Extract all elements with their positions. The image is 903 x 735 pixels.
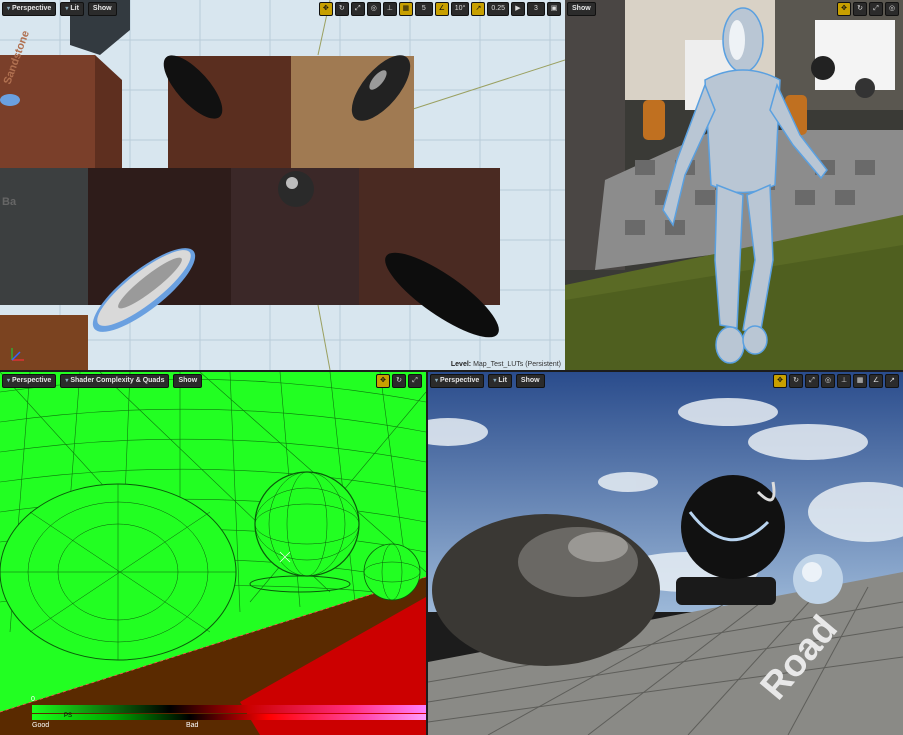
level-label: Level: [450,361,472,368]
perspective-dropdown[interactable]: ▾ Perspective [430,374,485,388]
show-label: Show [92,5,112,12]
viewport-top-left[interactable]: Sandstone Ba ▾ Perspective ▾ Lit Show ✥ ↻ … [0,0,565,370]
view-mode-label: Lit [498,377,507,384]
perspective-dropdown[interactable]: ▾ Perspective [2,2,57,16]
view-mode-dropdown[interactable]: ▾ Shader Complexity & Quads [60,374,170,388]
complexity-gradient-bar [32,705,426,713]
move-tool-icon[interactable]: ✥ [837,2,851,16]
chevron-down-icon: ▾ [493,378,497,384]
scene-material-boards: Sandstone Ba [0,0,565,370]
viewport-bottom-right[interactable]: Road ▾ Perspective ▾ Lit Show ✥ ↻ ⤢ ◎ ⊥ ▦ … [428,372,903,735]
bottom-left-toolbar: ▾ Perspective ▾ Shader Complexity & Quads … [2,374,203,388]
scale-snap-icon[interactable]: ↗ [885,374,899,388]
legend-bad: Bad [186,722,199,729]
transform-toolbar: ✥ ↻ ⤢ ◎ ⊥ ▦ ∠ ↗ [773,374,899,388]
rotate-tool-icon[interactable]: ↻ [392,374,406,388]
view-mode-label: Lit [70,5,79,12]
camera-speed-value[interactable]: 3 [527,2,545,16]
view-mode-dropdown[interactable]: ▾ Lit [488,374,512,388]
transform-toolbar: ✥ ↻ ⤢ ◎ ⊥ ▦ 5 ∠ 10° ↗ 0.25 ▶ 3 ▣ [318,2,561,16]
chevron-down-icon: ▾ [7,378,11,384]
axis-gizmo-icon [11,348,24,361]
view-mode-label: Shader Complexity & Quads [70,377,165,384]
show-label: Show [520,377,540,384]
chevron-down-icon: ▾ [435,378,439,384]
maximize-viewport-icon[interactable]: ▣ [547,2,561,16]
chevron-down-icon: ▾ [7,6,11,12]
grid-snap-icon[interactable]: ▦ [398,2,413,16]
scale-tool-icon[interactable]: ⤢ [805,374,819,388]
transform-toolbar: ✥ ↻ ⤢ [376,374,422,388]
show-dropdown[interactable]: Show [173,374,203,388]
axis-gizmo [4,342,30,368]
rotation-snap-value[interactable]: 10° [450,2,470,16]
show-dropdown[interactable]: Show [567,2,596,16]
scene-shader-complexity [0,372,426,735]
view-mode-dropdown[interactable]: ▾ Lit [60,2,84,16]
legend-good: Good [32,722,50,729]
chevron-down-icon: ▾ [65,378,69,384]
rotate-tool-icon[interactable]: ↻ [853,2,867,16]
scale-snap-icon[interactable]: ↗ [471,2,486,16]
move-tool-icon[interactable]: ✥ [773,374,787,388]
scale-tool-icon[interactable]: ⤢ [408,374,422,388]
perspective-label: Perspective [12,5,52,12]
perspective-label: Perspective [440,377,480,384]
legend-zero: 0 [31,696,35,703]
bottom-right-toolbar: ▾ Perspective ▾ Lit Show [430,374,545,388]
camera-speed-icon[interactable]: ▶ [511,2,525,16]
level-name: Map_Test_LUTs (Persistent) [473,361,561,368]
scale-snap-value[interactable]: 0.25 [487,2,509,16]
rotate-tool-icon[interactable]: ↻ [334,2,349,16]
chevron-down-icon: ▾ [65,6,69,12]
complexity-gradient-bar-secondary [32,714,426,720]
scene-chrome-mannequin [565,0,903,370]
grid-snap-value[interactable]: 5 [414,2,433,16]
world-space-icon[interactable]: ◎ [885,2,899,16]
viewport-bottom-left[interactable]: ▾ Perspective ▾ Shader Complexity & Quads … [0,372,426,735]
texture-label-2: Ba [2,196,17,208]
show-label: Show [572,5,591,12]
scene-lit-cobblestone: Road [428,372,903,735]
surface-snap-icon[interactable]: ⊥ [382,2,397,16]
world-space-icon[interactable]: ◎ [821,374,835,388]
transform-toolbar: ✥ ↻ ⤢ ◎ [837,2,899,16]
world-space-icon[interactable]: ◎ [366,2,381,16]
rotate-tool-icon[interactable]: ↻ [789,374,803,388]
scale-tool-icon[interactable]: ⤢ [350,2,365,16]
level-indicator: Level: Map_Test_LUTs (Persistent) [451,361,561,368]
move-tool-icon[interactable]: ✥ [376,374,390,388]
rotation-snap-icon[interactable]: ∠ [434,2,449,16]
show-dropdown[interactable]: Show [87,2,117,16]
perspective-label: Perspective [12,377,52,384]
top-left-toolbar: ▾ Perspective ▾ Lit Show [2,2,117,16]
grid-snap-icon[interactable]: ▦ [853,374,867,388]
move-tool-icon[interactable]: ✥ [318,2,333,16]
legend-ps: PS [64,713,73,719]
show-dropdown[interactable]: Show [515,374,545,388]
viewport-top-right[interactable]: Show ✥ ↻ ⤢ ◎ [565,0,903,370]
scale-tool-icon[interactable]: ⤢ [869,2,883,16]
rotation-snap-icon[interactable]: ∠ [869,374,883,388]
surface-snap-icon[interactable]: ⊥ [837,374,851,388]
perspective-dropdown[interactable]: ▾ Perspective [2,374,57,388]
show-label: Show [178,377,198,384]
shader-complexity-legend: 0 PS Good Bad [24,696,426,735]
top-right-toolbar: Show [567,2,596,16]
